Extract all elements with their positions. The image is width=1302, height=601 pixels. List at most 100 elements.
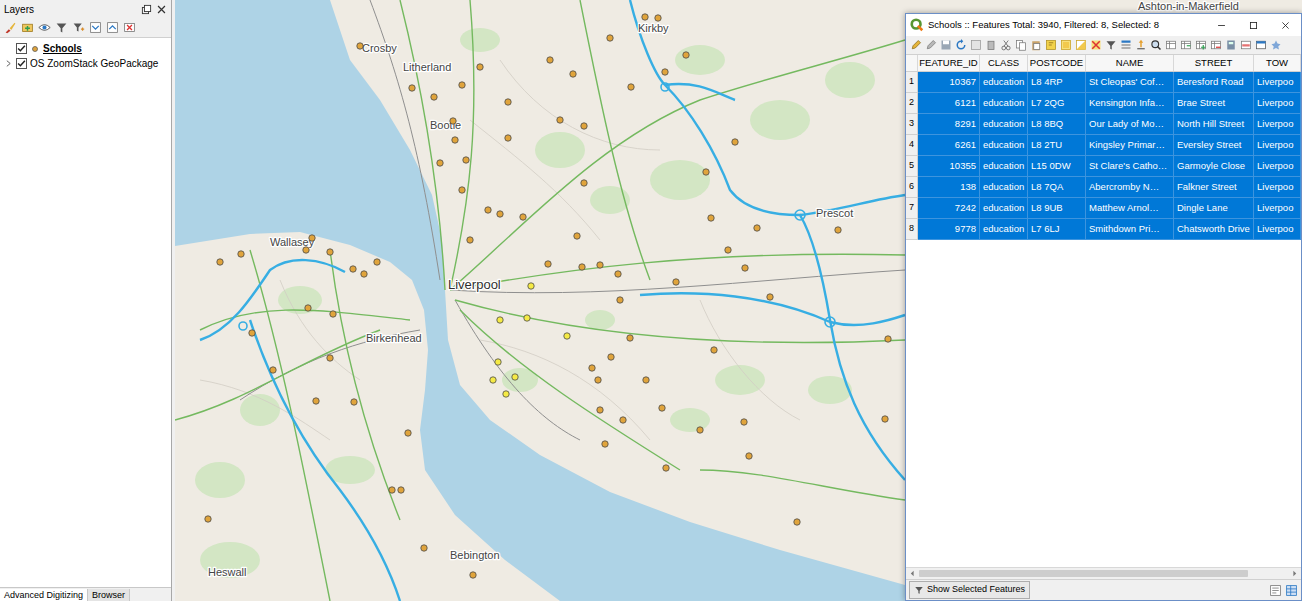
- table-cell[interactable]: 6121: [918, 93, 980, 114]
- table-cell[interactable]: Liverpoo: [1254, 93, 1301, 114]
- school-point[interactable]: [528, 283, 534, 289]
- table-cell[interactable]: education: [980, 156, 1028, 177]
- school-point[interactable]: [627, 335, 633, 341]
- school-point[interactable]: [545, 261, 551, 267]
- school-point[interactable]: [249, 330, 255, 336]
- move-to-top-icon[interactable]: [1120, 39, 1132, 51]
- table-cell[interactable]: L8 2TU: [1028, 135, 1086, 156]
- table-cell[interactable]: St Cleopas' Cof…: [1086, 72, 1174, 93]
- select-expression-icon[interactable]: [1045, 39, 1057, 51]
- school-point[interactable]: [351, 399, 357, 405]
- table-cell[interactable]: Eversley Street: [1174, 135, 1254, 156]
- expand-all-icon[interactable]: [89, 21, 102, 34]
- school-point[interactable]: [683, 52, 689, 58]
- school-point[interactable]: [309, 235, 315, 241]
- copy-icon[interactable]: [1015, 39, 1027, 51]
- table-cell[interactable]: 10355: [918, 156, 980, 177]
- table-cell[interactable]: education: [980, 177, 1028, 198]
- school-point[interactable]: [741, 419, 747, 425]
- add-feature-icon[interactable]: [970, 39, 982, 51]
- school-point[interactable]: [835, 227, 841, 233]
- conditional-format-icon[interactable]: [1240, 39, 1252, 51]
- school-point[interactable]: [642, 14, 648, 20]
- school-point[interactable]: [732, 139, 738, 145]
- school-point[interactable]: [589, 365, 595, 371]
- table-row[interactable]: 26121educationL7 2QGKensington Infa…Brae…: [906, 93, 1301, 114]
- school-point[interactable]: [495, 359, 501, 365]
- table-cell[interactable]: education: [980, 114, 1028, 135]
- table-cell[interactable]: L8 4RP: [1028, 72, 1086, 93]
- school-point[interactable]: [597, 407, 603, 413]
- style-brush-icon[interactable]: [4, 21, 17, 34]
- pan-to-icon[interactable]: [1135, 39, 1147, 51]
- school-point[interactable]: [374, 259, 380, 265]
- school-point[interactable]: [505, 135, 511, 141]
- school-point[interactable]: [459, 82, 465, 88]
- school-point[interactable]: [882, 416, 888, 422]
- float-icon[interactable]: [141, 4, 152, 15]
- school-point[interactable]: [608, 354, 614, 360]
- table-cell[interactable]: L7 6LJ: [1028, 219, 1086, 240]
- paste-rows-icon[interactable]: [1180, 39, 1192, 51]
- school-point[interactable]: [205, 516, 211, 522]
- table-cell[interactable]: 10367: [918, 72, 980, 93]
- table-cell[interactable]: L15 0DW: [1028, 156, 1086, 177]
- school-point[interactable]: [643, 377, 649, 383]
- school-point[interactable]: [673, 279, 679, 285]
- table-row[interactable]: 110367educationL8 4RPSt Cleopas' Cof…Ber…: [906, 72, 1301, 93]
- table-cell[interactable]: 7242: [918, 198, 980, 219]
- cut-icon[interactable]: [1000, 39, 1012, 51]
- school-point[interactable]: [497, 317, 503, 323]
- button-label[interactable]: Show Selected Features: [927, 583, 1025, 597]
- table-cell[interactable]: Garmoyle Close: [1174, 156, 1254, 177]
- table-cell[interactable]: Liverpoo: [1254, 114, 1301, 135]
- maximize-button[interactable]: [1237, 14, 1269, 36]
- school-point[interactable]: [659, 405, 665, 411]
- remove-layer-icon[interactable]: [123, 21, 136, 34]
- table-cell[interactable]: St Clare's Catho…: [1086, 156, 1174, 177]
- school-point[interactable]: [512, 374, 518, 380]
- school-point[interactable]: [490, 377, 496, 383]
- deselect-icon[interactable]: [1090, 39, 1102, 51]
- filter-icon[interactable]: [55, 21, 68, 34]
- table-cell[interactable]: L8 7QA: [1028, 177, 1086, 198]
- school-point[interactable]: [607, 35, 613, 41]
- school-point[interactable]: [597, 262, 603, 268]
- corner-cell[interactable]: [906, 55, 918, 71]
- minimize-button[interactable]: [1205, 14, 1237, 36]
- school-point[interactable]: [697, 427, 703, 433]
- school-point[interactable]: [703, 169, 709, 175]
- school-point[interactable]: [409, 85, 415, 91]
- table-cell[interactable]: L7 2QG: [1028, 93, 1086, 114]
- new-field-icon[interactable]: [1195, 39, 1207, 51]
- layer-row[interactable]: Schools: [4, 41, 171, 56]
- table-cell[interactable]: Abercromby N…: [1086, 177, 1174, 198]
- school-point[interactable]: [270, 367, 276, 373]
- table-row[interactable]: 510355educationL15 0DWSt Clare's Catho…G…: [906, 156, 1301, 177]
- column-header[interactable]: STREET: [1174, 55, 1254, 71]
- school-point[interactable]: [505, 99, 511, 105]
- table-cell[interactable]: Liverpoo: [1254, 72, 1301, 93]
- table-cell[interactable]: Matthew Arnol…: [1086, 198, 1174, 219]
- table-row[interactable]: 77242educationL8 9UBMatthew Arnol…Dingle…: [906, 198, 1301, 219]
- school-point[interactable]: [485, 207, 491, 213]
- table-row[interactable]: 89778educationL7 6LJSmithdown Pri…Chatsw…: [906, 219, 1301, 240]
- dock-tab[interactable]: Advanced Digitizing: [0, 589, 88, 601]
- school-point[interactable]: [628, 84, 634, 90]
- actions-icon[interactable]: [1270, 39, 1282, 51]
- row-number[interactable]: 1: [906, 72, 918, 93]
- table-cell[interactable]: Kensington Infa…: [1086, 93, 1174, 114]
- school-point[interactable]: [662, 69, 668, 75]
- school-point[interactable]: [467, 237, 473, 243]
- dock-icon[interactable]: [1255, 39, 1267, 51]
- table-cell[interactable]: Kingsley Primar…: [1086, 135, 1174, 156]
- column-header[interactable]: NAME: [1086, 55, 1174, 71]
- school-point[interactable]: [663, 465, 669, 471]
- table-cell[interactable]: education: [980, 93, 1028, 114]
- layer-checkbox[interactable]: [16, 58, 27, 69]
- eye-icon[interactable]: [38, 21, 51, 34]
- table-cell[interactable]: Brae Street: [1174, 93, 1254, 114]
- school-point[interactable]: [497, 211, 503, 217]
- scrollbar-track[interactable]: [1250, 570, 1290, 577]
- table-cell[interactable]: Liverpoo: [1254, 177, 1301, 198]
